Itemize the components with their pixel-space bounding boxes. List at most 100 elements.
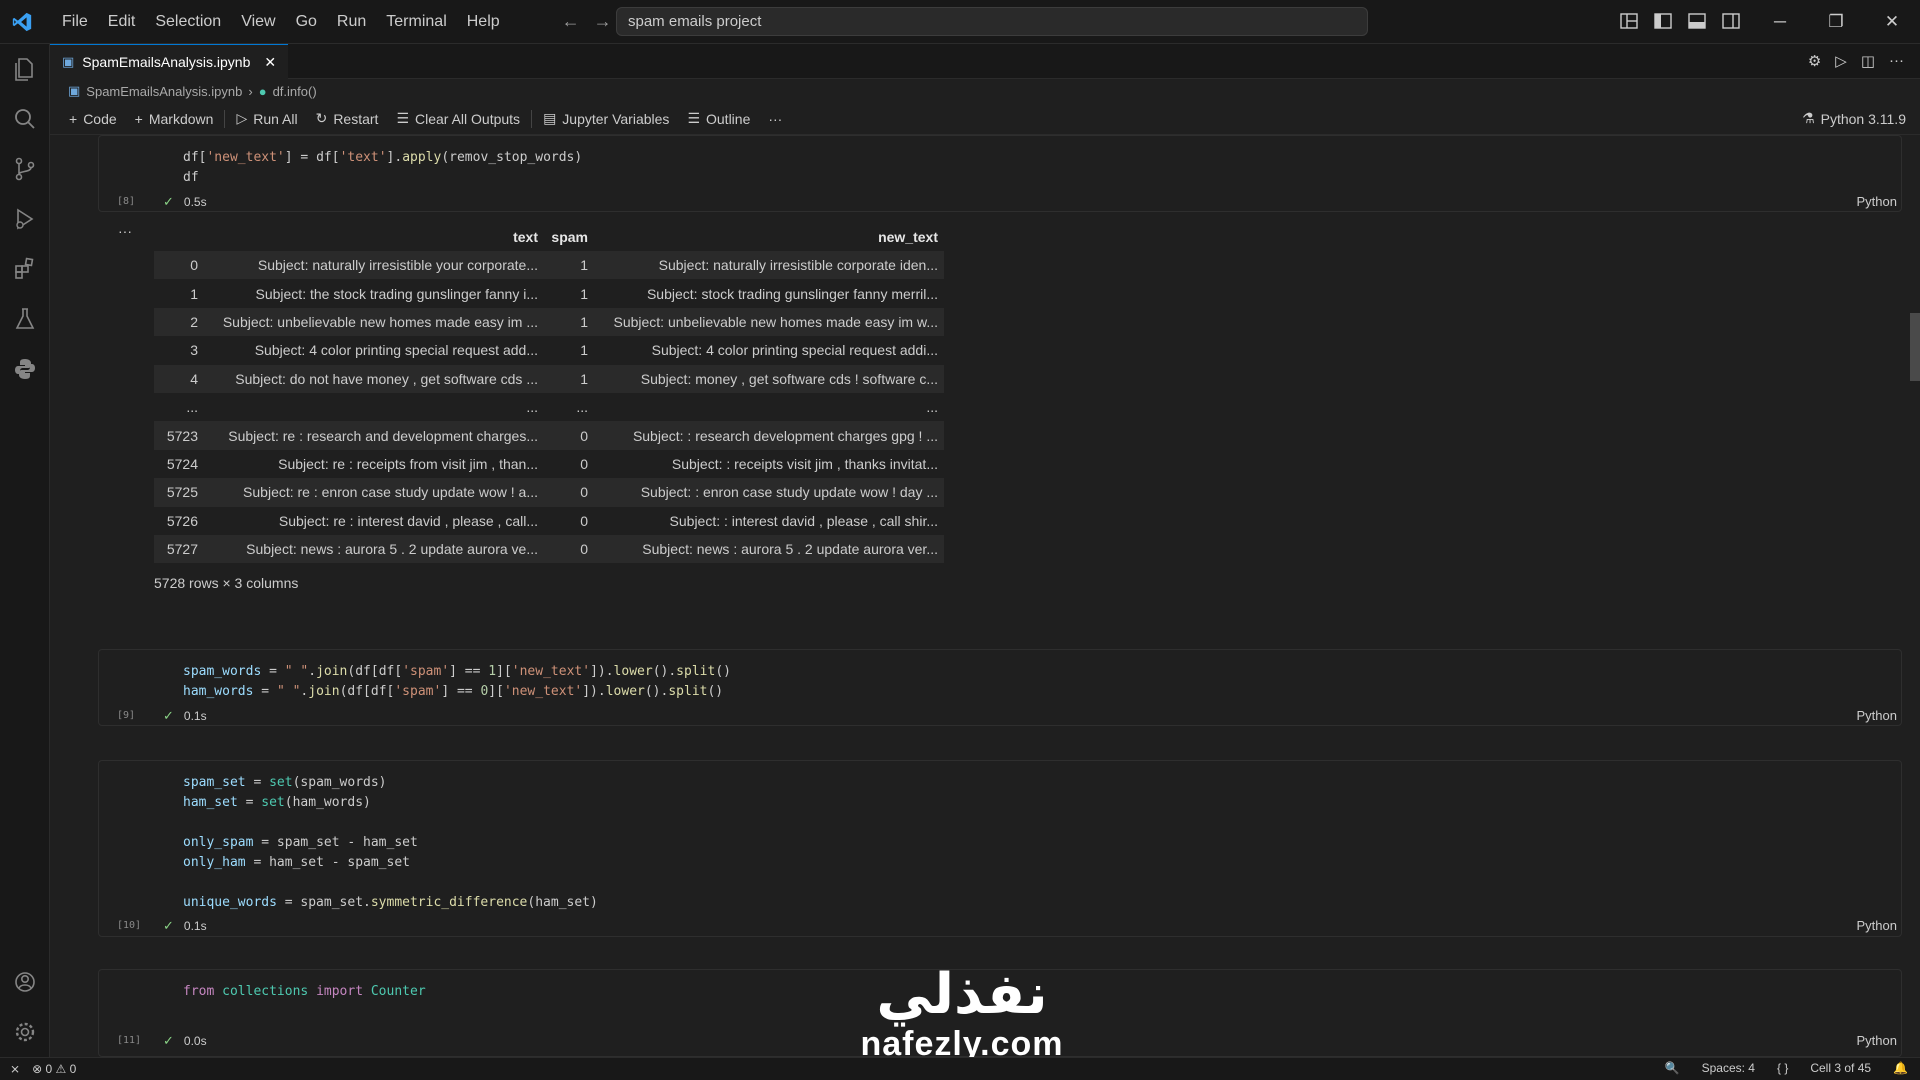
extensions-icon[interactable] xyxy=(0,244,50,294)
table-cell: 0 xyxy=(580,512,588,529)
cell-source[interactable]: df['new_text'] = df['text'].apply(remov_… xyxy=(99,136,1901,188)
menu-selection[interactable]: Selection xyxy=(145,0,231,44)
vertical-scrollbar[interactable] xyxy=(1910,313,1920,381)
table-cell: Subject: : receipts visit jim , thanks i… xyxy=(671,455,938,472)
status-bar: ⨯ ⊗ 0 ⚠ 0 🔍 Spaces: 4 { } Cell 3 of 45 🔔 xyxy=(0,1057,1920,1080)
execution-count: [11] xyxy=(117,1035,142,1046)
language-braces[interactable]: { } xyxy=(1777,1061,1788,1075)
notebook-cells: df['new_text'] = df['text'].apply(remov_… xyxy=(50,135,1920,1057)
table-cell: 5725 xyxy=(154,478,204,507)
cell-source[interactable]: spam_words = " ".join(df[df['spam'] == 1… xyxy=(99,650,1901,702)
table-cell: Subject: money , get software cds ! soft… xyxy=(594,364,944,393)
menu-run[interactable]: Run xyxy=(327,0,376,44)
toggle-secondary-sidebar-icon[interactable] xyxy=(1720,10,1742,32)
command-center-search[interactable]: spam emails project xyxy=(616,7,1368,36)
forward-arrow-icon[interactable]: → xyxy=(594,11,612,32)
tab-spamemailsanalysis[interactable]: ▣ SpamEmailsAnalysis.ipynb ✕ xyxy=(50,44,289,79)
more-actions-icon[interactable]: ··· xyxy=(1889,52,1904,70)
settings-gear-icon[interactable] xyxy=(0,1007,50,1057)
table-row: 1 Subject: the stock trading gunslinger f… xyxy=(154,279,944,307)
cell-language[interactable]: Python xyxy=(1857,708,1897,723)
table-cell: Subject: naturally irresistible your cor… xyxy=(204,251,544,280)
breadcrumb-symbol[interactable]: df.info() xyxy=(273,84,317,99)
add-code-cell-button[interactable]: + Code xyxy=(60,111,126,127)
python-icon[interactable] xyxy=(0,344,50,394)
menu-bar: File Edit Selection View Go Run Terminal… xyxy=(52,0,510,44)
run-all-button[interactable]: ▷ Run All xyxy=(227,110,306,127)
run-debug-icon[interactable] xyxy=(0,194,50,244)
menu-go[interactable]: Go xyxy=(286,0,327,44)
table-cell: Subject: naturally irresistible corporat… xyxy=(594,251,944,280)
indentation-status[interactable]: Spaces: 4 xyxy=(1702,1061,1755,1075)
notebook-file-icon: ▣ xyxy=(62,54,75,69)
check-icon: ✓ xyxy=(163,708,174,723)
kernel-icon: ⚗ xyxy=(1802,110,1815,126)
run-notebook-icon[interactable]: ▷ xyxy=(1835,52,1847,70)
source-control-icon[interactable] xyxy=(0,144,50,194)
zoom-icon[interactable]: 🔍 xyxy=(1665,1061,1680,1075)
table-cell: Subject: : enron case study update wow !… xyxy=(594,478,944,507)
notebook-toolbar: + Code + Markdown ▷ Run All ↻ Restart ☰ Clear… xyxy=(50,103,1920,135)
vscode-logo-icon xyxy=(0,0,44,44)
jupyter-variables-button[interactable]: ▤ Jupyter Variables xyxy=(534,110,678,127)
code-cell[interactable]: spam_words = " ".join(df[df['spam'] == 1… xyxy=(98,649,1902,726)
outline-button[interactable]: ☰ Outline xyxy=(678,110,759,127)
dataframe-output: text spam new_text 0 Subject: naturally i… xyxy=(154,223,944,564)
output-more-icon[interactable]: ··· xyxy=(118,223,132,239)
cell-language[interactable]: Python xyxy=(1857,194,1897,209)
restore-icon[interactable]: ❐ xyxy=(1808,0,1864,44)
accounts-icon[interactable] xyxy=(0,957,50,1007)
clear-all-outputs-button[interactable]: ☰ Clear All Outputs xyxy=(387,110,529,127)
table-cell: 2 xyxy=(154,307,204,337)
back-arrow-icon[interactable]: ← xyxy=(562,11,580,32)
notifications-bell-icon[interactable]: 🔔 xyxy=(1893,1061,1908,1075)
menu-edit[interactable]: Edit xyxy=(98,0,146,44)
toggle-panel-icon[interactable] xyxy=(1686,10,1708,32)
close-window-icon[interactable]: ✕ xyxy=(1864,0,1920,44)
breadcrumb-file[interactable]: SpamEmailsAnalysis.ipynb xyxy=(86,84,242,99)
cell-language[interactable]: Python xyxy=(1857,918,1897,933)
check-icon: ✓ xyxy=(163,918,174,933)
cell-language[interactable]: Python xyxy=(1857,1033,1897,1048)
table-cell: Subject: re : receipts from visit jim , … xyxy=(278,455,538,472)
customize-layout-icon[interactable] xyxy=(1618,10,1640,32)
minimize-icon[interactable]: ─ xyxy=(1752,0,1808,44)
run-icon: ▷ xyxy=(236,110,248,126)
toolbar-more-button[interactable]: ··· xyxy=(759,111,791,127)
close-tab-icon[interactable]: ✕ xyxy=(264,54,276,71)
notebook-file-icon: ▣ xyxy=(68,83,81,98)
table-cell: Subject: do not have money , get softwar… xyxy=(204,364,544,393)
problems-indicator[interactable]: ⊗ 0 ⚠ 0 xyxy=(32,1062,76,1076)
search-icon[interactable] xyxy=(0,94,50,144)
table-row: 0 Subject: naturally irresistible your co… xyxy=(154,251,944,280)
table-row: 2 Subject: unbelievable new homes made ea… xyxy=(154,307,944,337)
table-cell: 5726 xyxy=(166,512,198,529)
split-editor-icon[interactable]: ◫ xyxy=(1861,52,1875,70)
menu-file[interactable]: File xyxy=(52,0,98,44)
restart-icon: ↻ xyxy=(315,110,328,126)
restart-button[interactable]: ↻ Restart xyxy=(307,110,388,127)
menu-terminal[interactable]: Terminal xyxy=(376,0,456,44)
chevron-right-icon: › xyxy=(248,83,253,99)
code-cell[interactable]: df['new_text'] = df['text'].apply(remov_… xyxy=(98,135,1902,212)
cell-status: ✓ 0.0s xyxy=(163,1033,207,1048)
menu-view[interactable]: View xyxy=(231,0,285,44)
table-cell: ... xyxy=(926,399,938,416)
kernel-picker[interactable]: ⚗ Python 3.11.9 xyxy=(1802,110,1906,127)
table-cell: 3 xyxy=(190,342,198,359)
notebook-settings-icon[interactable]: ⚙ xyxy=(1808,52,1821,70)
code-cell[interactable]: spam_set = set(spam_words) ham_set = set… xyxy=(98,760,1902,937)
activity-bar xyxy=(0,44,50,1057)
table-cell: 4 xyxy=(154,364,204,393)
add-markdown-cell-button[interactable]: + Markdown xyxy=(126,111,223,127)
cell-source[interactable]: spam_set = set(spam_words) ham_set = set… xyxy=(99,761,1901,913)
toggle-primary-sidebar-icon[interactable] xyxy=(1652,10,1674,32)
table-cell: 5724 xyxy=(166,455,198,472)
table-cell: Subject: re : enron case study update wo… xyxy=(204,478,544,507)
remote-icon[interactable]: ⨯ xyxy=(10,1062,20,1076)
testing-icon[interactable] xyxy=(0,294,50,344)
execution-count: [10] xyxy=(117,920,142,931)
cell-position[interactable]: Cell 3 of 45 xyxy=(1810,1061,1871,1075)
menu-help[interactable]: Help xyxy=(457,0,510,44)
explorer-icon[interactable] xyxy=(0,44,50,94)
